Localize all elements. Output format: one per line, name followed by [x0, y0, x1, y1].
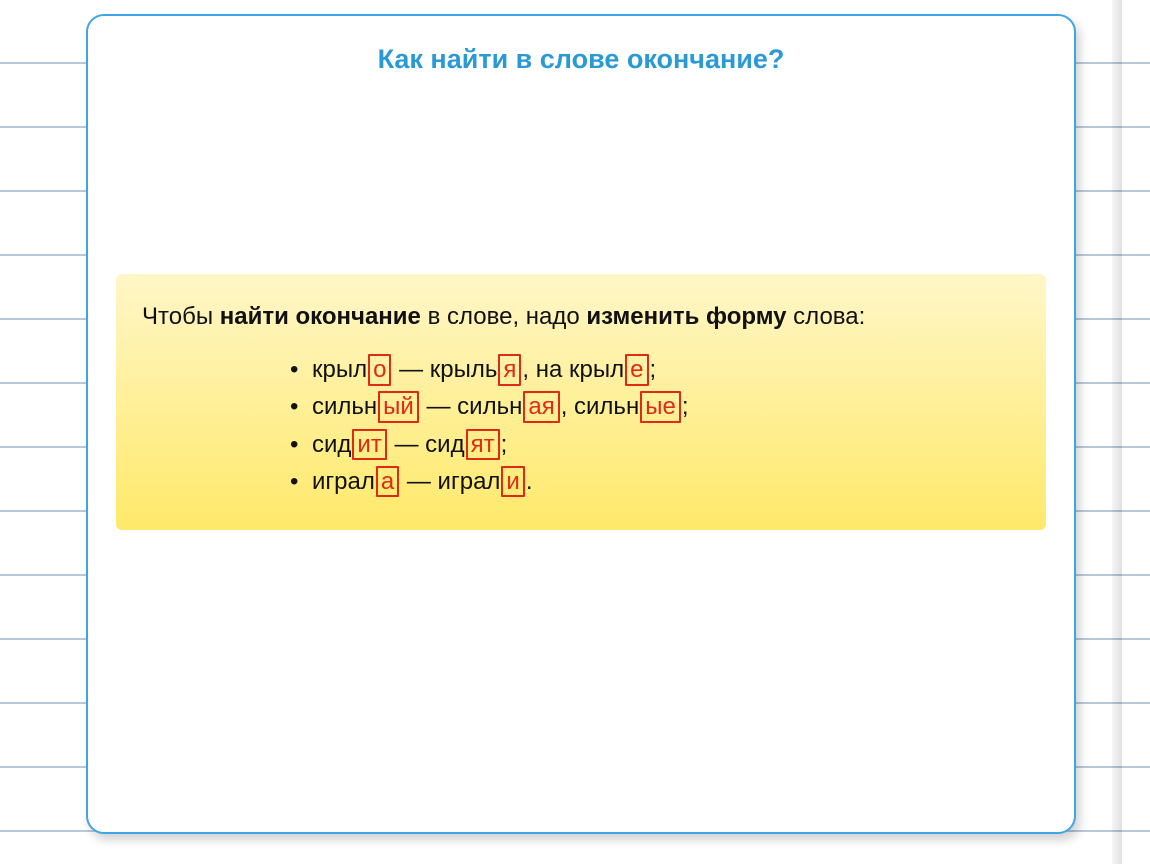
- page-edge-shadow: [1112, 0, 1122, 864]
- example-line: сидит — сидят;: [312, 426, 1020, 463]
- word-ending: ая: [523, 391, 559, 423]
- intro-text: Чтобы: [142, 303, 220, 330]
- word-stem: ;: [650, 356, 657, 383]
- word-ending: а: [376, 466, 399, 498]
- word-ending: ят: [466, 429, 500, 461]
- word-stem: — сильн: [420, 393, 523, 420]
- word-ending: ый: [378, 391, 419, 423]
- card-title: Как найти в слове окончание?: [116, 44, 1046, 75]
- intro-bold-2: изменить форму: [586, 303, 786, 330]
- word-ending: ит: [352, 429, 386, 461]
- examples-list: крыло — крылья, на крыле;сильный — сильн…: [142, 351, 1020, 500]
- word-stem: крыл: [312, 356, 367, 383]
- word-ending: я: [498, 354, 521, 386]
- intro-text: слова:: [787, 303, 866, 330]
- rule-box: Чтобы найти окончание в слове, надо изме…: [116, 274, 1046, 530]
- lesson-card: Как найти в слове окончание? Чтобы найти…: [86, 14, 1076, 834]
- word-stem: — сид: [388, 431, 465, 458]
- word-stem: ;: [682, 393, 689, 420]
- word-ending: о: [368, 354, 391, 386]
- word-stem: сид: [312, 431, 351, 458]
- word-ending: и: [501, 466, 524, 498]
- word-stem: , на крыл: [522, 356, 624, 383]
- word-stem: играл: [312, 468, 375, 495]
- example-line: сильный — сильная, сильные;: [312, 388, 1020, 425]
- intro-text: в слове, надо: [421, 303, 587, 330]
- word-stem: сильн: [312, 393, 377, 420]
- intro-bold-1: найти окончание: [220, 303, 421, 330]
- word-stem: , сильн: [561, 393, 640, 420]
- word-stem: .: [526, 468, 533, 495]
- word-stem: — играл: [400, 468, 500, 495]
- word-stem: — крыль: [392, 356, 497, 383]
- example-line: крыло — крылья, на крыле;: [312, 351, 1020, 388]
- word-stem: ;: [501, 431, 508, 458]
- rule-intro: Чтобы найти окончание в слове, надо изме…: [142, 298, 1020, 335]
- word-ending: ые: [640, 391, 681, 423]
- example-line: играла — играли.: [312, 463, 1020, 500]
- word-ending: е: [625, 354, 648, 386]
